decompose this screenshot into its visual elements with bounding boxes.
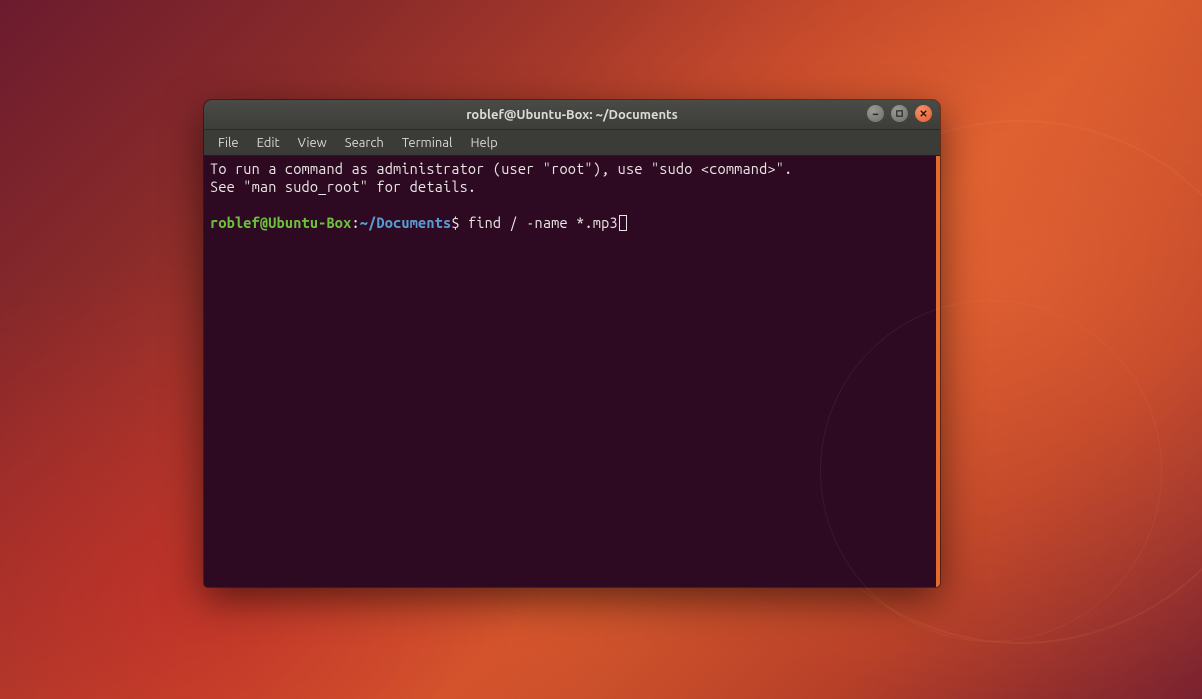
text-cursor (619, 215, 627, 231)
minimize-icon (871, 109, 880, 118)
menu-search[interactable]: Search (337, 133, 392, 153)
window-controls (867, 105, 932, 122)
menubar: File Edit View Search Terminal Help (204, 130, 940, 156)
motd-line-1: To run a command as administrator (user … (210, 160, 792, 177)
maximize-button[interactable] (891, 105, 908, 122)
menu-help[interactable]: Help (462, 133, 505, 153)
menu-view[interactable]: View (290, 133, 335, 153)
terminal-output-area[interactable]: To run a command as administrator (user … (204, 156, 940, 587)
scrollbar[interactable] (936, 156, 940, 587)
terminal-window: roblef@Ubuntu-Box: ~/Documents File Edit… (204, 100, 940, 587)
close-icon (919, 109, 928, 118)
window-titlebar[interactable]: roblef@Ubuntu-Box: ~/Documents (204, 100, 940, 130)
close-button[interactable] (915, 105, 932, 122)
menu-edit[interactable]: Edit (249, 133, 288, 153)
maximize-icon (895, 109, 904, 118)
prompt-path: ~/Documents (360, 214, 452, 231)
menu-terminal[interactable]: Terminal (394, 133, 461, 153)
prompt-user-host: roblef@Ubuntu-Box (210, 214, 351, 231)
prompt-colon: : (351, 214, 359, 231)
minimize-button[interactable] (867, 105, 884, 122)
window-title: roblef@Ubuntu-Box: ~/Documents (204, 108, 940, 122)
menu-file[interactable]: File (210, 133, 247, 153)
prompt-dollar: $ (451, 214, 459, 231)
command-input-text[interactable]: find / -name *.mp3 (460, 214, 618, 231)
motd-line-2: See "man sudo_root" for details. (210, 178, 476, 195)
